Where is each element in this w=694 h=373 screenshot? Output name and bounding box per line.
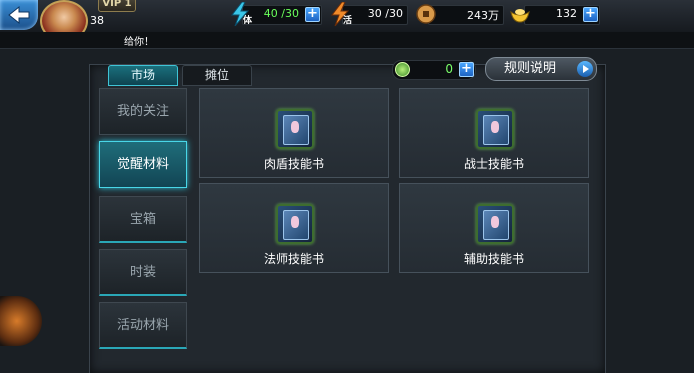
sidebar-item-fashion[interactable]: 时装 (99, 249, 187, 296)
item-card-support-skill-book[interactable]: 辅助技能书 (399, 183, 589, 273)
sidebar-item-awakening-materials[interactable]: 觉醒材料 (99, 141, 187, 188)
gold-value: 132 (556, 7, 577, 20)
stamina-counter: 体 40 /30 + (230, 2, 322, 26)
activity-value: 30 /30 (367, 7, 403, 20)
pet-shortcut-icon[interactable] (0, 296, 42, 346)
skill-book-icon (276, 204, 314, 244)
sidebar-item-event-materials[interactable]: 活动材料 (99, 302, 187, 349)
item-card-tank-skill-book[interactable]: 肉盾技能书 (199, 88, 389, 178)
currency-value: 0 (445, 62, 453, 76)
item-card-label: 法师技能书 (263, 252, 324, 266)
sidebar-item-my-follows[interactable]: 我的关注 (99, 88, 187, 135)
skill-book-icon (476, 204, 514, 244)
skill-book-icon (476, 109, 514, 149)
back-button[interactable] (0, 0, 38, 30)
jade-coin-icon (395, 62, 410, 77)
copper-value: 243万 (467, 9, 499, 22)
gold-counter: 132 + (510, 5, 600, 25)
vip-badge[interactable]: VIP 1 (98, 0, 136, 12)
add-currency-button[interactable]: + (459, 62, 474, 77)
item-card-label: 战士技能书 (463, 157, 524, 171)
back-arrow-icon (8, 6, 30, 24)
player-level: 38 (90, 14, 104, 27)
item-card-warrior-skill-book[interactable]: 战士技能书 (399, 88, 589, 178)
stamina-label: 体 (243, 16, 253, 26)
activity-counter: 活 30 /30 (330, 2, 408, 26)
item-card-label: 肉盾技能书 (263, 157, 324, 171)
rules-button[interactable]: 规则说明 (485, 57, 597, 81)
stamina-value: 40 /30 (263, 7, 299, 20)
gold-ingot-icon (510, 9, 530, 23)
tab-stall[interactable]: 摊位 (182, 65, 252, 86)
copper-coin-icon (416, 4, 436, 24)
currency-counter: 0 + (392, 60, 476, 80)
item-card-label: 辅助技能书 (463, 252, 524, 266)
copper-counter: 243万 (416, 4, 504, 25)
add-gold-button[interactable]: + (583, 7, 598, 22)
add-stamina-button[interactable]: + (305, 7, 320, 22)
skill-book-icon (276, 109, 314, 149)
play-arrow-icon (577, 61, 593, 77)
sidebar-item-treasure-chest[interactable]: 宝箱 (99, 196, 187, 243)
top-bar: VIP 1 38 体 40 /30 + 活 30 /30 243万 132 + (0, 0, 694, 42)
announcement-marquee: 给你！ (0, 32, 694, 49)
item-card-mage-skill-book[interactable]: 法师技能书 (199, 183, 389, 273)
announcement-text: 给你！ (124, 37, 154, 48)
rules-button-label: 规则说明 (504, 61, 557, 76)
tab-market[interactable]: 市场 (108, 65, 178, 86)
activity-label: 活 (343, 16, 353, 26)
